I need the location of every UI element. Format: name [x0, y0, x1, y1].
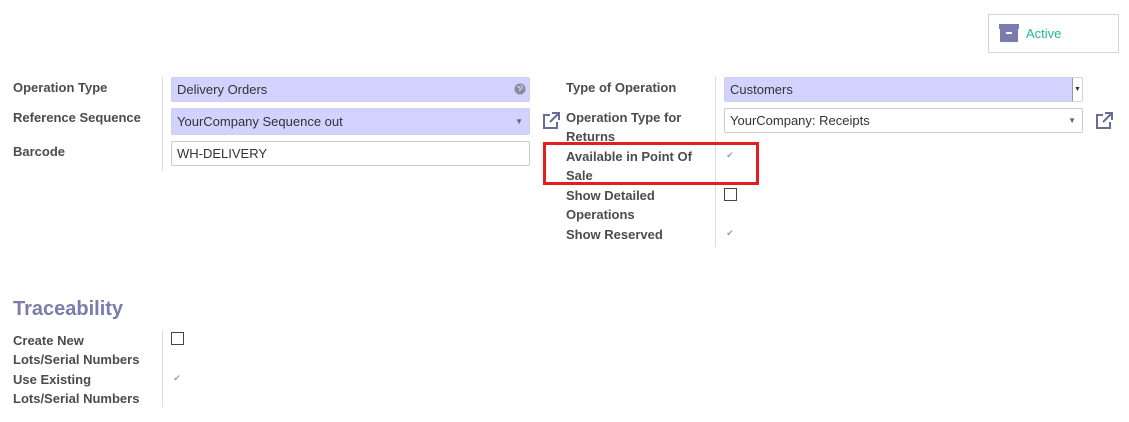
- translate-globe-icon[interactable]: [514, 83, 526, 95]
- traceability-separator: [162, 330, 163, 407]
- external-link-icon[interactable]: [1094, 111, 1114, 131]
- operation-type-label: Operation Type: [13, 80, 108, 95]
- reference-sequence-value: YourCompany Sequence out: [177, 114, 343, 129]
- archive-icon: [999, 24, 1019, 42]
- show-detailed-label-line2: Operations: [566, 207, 635, 222]
- active-label: Active: [1026, 26, 1062, 41]
- show-detailed-checkbox[interactable]: [724, 188, 737, 201]
- create-new-lots-checkbox[interactable]: [171, 332, 184, 345]
- barcode-label: Barcode: [13, 144, 66, 159]
- create-new-label-line1: Create New: [13, 333, 84, 348]
- barcode-input[interactable]: WH-DELIVERY: [171, 141, 530, 166]
- show-detailed-label-line1: Show Detailed: [566, 188, 655, 203]
- create-new-label-line2: Lots/Serial Numbers: [13, 352, 140, 367]
- show-reserved-label: Show Reserved: [566, 227, 663, 242]
- chevron-down-icon: ▼: [1068, 116, 1076, 125]
- highlight-box: [543, 142, 759, 185]
- type-of-operation-label: Type of Operation: [566, 80, 677, 95]
- use-existing-label-line2: Lots/Serial Numbers: [13, 391, 140, 406]
- active-toggle-button[interactable]: Active: [988, 14, 1119, 53]
- reference-sequence-select[interactable]: YourCompany Sequence out ▼: [171, 108, 530, 135]
- traceability-title: Traceability: [13, 298, 124, 320]
- return-type-label-line1: Operation Type for: [566, 110, 682, 125]
- external-link-icon[interactable]: [541, 111, 561, 131]
- use-existing-label-line1: Use Existing: [13, 372, 92, 387]
- select-caret-icon: ▼: [1072, 78, 1082, 101]
- barcode-value: WH-DELIVERY: [177, 146, 268, 161]
- return-type-select[interactable]: YourCompany: Receipts ▼: [724, 108, 1083, 133]
- left-group-separator: [162, 77, 163, 171]
- type-of-operation-value: Customers: [730, 82, 793, 97]
- operation-type-value: Delivery Orders: [177, 82, 268, 97]
- chevron-down-icon: ▼: [515, 117, 523, 126]
- operation-type-input[interactable]: Delivery Orders: [171, 77, 530, 102]
- show-reserved-checkbox[interactable]: ✔: [724, 227, 736, 239]
- type-of-operation-select[interactable]: Customers ▼: [724, 77, 1083, 102]
- return-type-value: YourCompany: Receipts: [730, 113, 870, 128]
- use-existing-lots-checkbox[interactable]: ✔: [171, 372, 183, 384]
- reference-sequence-label: Reference Sequence: [13, 110, 141, 125]
